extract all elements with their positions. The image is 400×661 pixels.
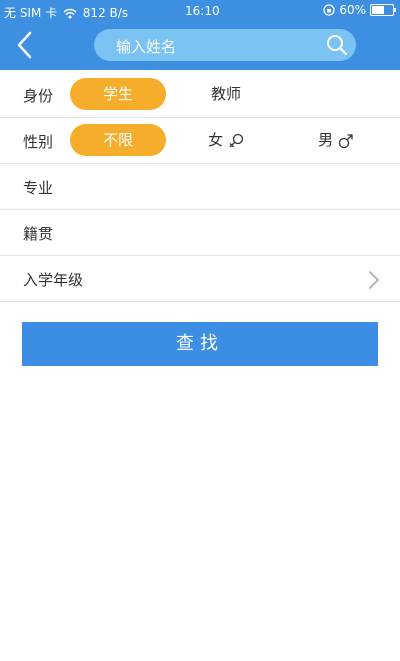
- carrier-text: 无 SIM 卡: [4, 6, 58, 20]
- female-label: 女: [208, 131, 224, 149]
- search-input[interactable]: 输入姓名: [94, 29, 356, 61]
- chevron-right-icon: [369, 271, 380, 289]
- search-placeholder: 输入姓名: [116, 38, 177, 56]
- identity-label: 身份: [23, 87, 54, 105]
- gender-row: 性别 不限 女 男: [0, 118, 400, 164]
- search-button[interactable]: 查找: [22, 322, 378, 366]
- gender-option-male[interactable]: 男: [288, 124, 384, 156]
- hometown-row[interactable]: 籍贯: [0, 210, 400, 256]
- back-icon[interactable]: [12, 30, 42, 60]
- enroll-year-label: 入学年级: [23, 271, 84, 289]
- male-label: 男: [318, 131, 334, 149]
- female-icon: [229, 133, 244, 147]
- enroll-year-row[interactable]: 入学年级: [0, 256, 400, 302]
- gender-option-female[interactable]: 女: [178, 124, 274, 156]
- search-icon[interactable]: [326, 34, 348, 56]
- battery-icon: [370, 4, 396, 16]
- major-row[interactable]: 专业: [0, 164, 400, 210]
- rotation-lock-icon: [323, 4, 335, 16]
- battery-percent: 60%: [339, 3, 366, 17]
- clock: 16:10: [185, 4, 220, 18]
- gender-label: 性别: [23, 133, 54, 151]
- male-icon: [338, 133, 353, 148]
- status-bar: 无 SIM 卡 812 B/s 16:10 60%: [0, 0, 400, 22]
- major-label: 专业: [23, 179, 54, 197]
- gender-option-any[interactable]: 不限: [70, 124, 166, 156]
- identity-option-teacher[interactable]: 教师: [178, 78, 274, 110]
- wifi-icon: [63, 8, 77, 19]
- network-speed: 812 B/s: [82, 6, 129, 20]
- top-bar: 无 SIM 卡 812 B/s 16:10 60% 输入姓名: [0, 0, 400, 70]
- identity-row: 身份 学生 教师: [0, 72, 400, 118]
- hometown-label: 籍贯: [23, 225, 54, 243]
- identity-option-student[interactable]: 学生: [70, 78, 166, 110]
